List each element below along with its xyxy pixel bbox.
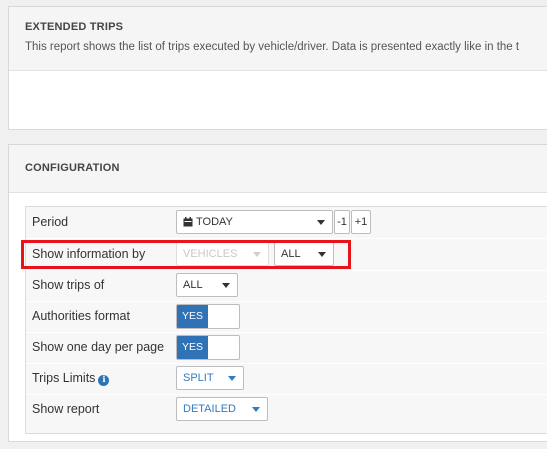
- period-next-button[interactable]: +1: [351, 210, 371, 234]
- show-report-row: Show report DETAILED: [26, 394, 547, 425]
- chevron-down-icon: [222, 283, 230, 288]
- extended-trips-title: EXTENDED TRIPS: [25, 21, 124, 33]
- show-trips-of-label: Show trips of: [32, 278, 105, 292]
- period-label: Period: [32, 215, 69, 229]
- show-trips-of-row: Show trips of ALL: [26, 270, 547, 302]
- trips-limits-dropdown[interactable]: SPLIT: [176, 366, 244, 390]
- extended-trips-panel: EXTENDED TRIPS This report shows the lis…: [8, 6, 547, 130]
- trips-limits-value: SPLIT: [183, 372, 214, 384]
- show-report-dropdown[interactable]: DETAILED: [176, 397, 268, 421]
- configuration-panel: CONFIGURATION Period TODAY -1 +1 Show in…: [8, 144, 547, 442]
- authorities-format-value: YES: [177, 305, 208, 328]
- trips-limits-row: Trips Limits i SPLIT: [26, 363, 547, 395]
- show-report-label: Show report: [32, 402, 100, 416]
- calendar-icon: [183, 217, 193, 227]
- chevron-down-icon: [228, 376, 236, 381]
- chevron-down-icon: [252, 407, 260, 412]
- configuration-header: CONFIGURATION: [9, 145, 547, 193]
- show-one-day-per-page-value: YES: [177, 336, 208, 359]
- trips-limits-label: Trips Limits: [32, 371, 96, 385]
- show-one-day-per-page-row: Show one day per page YES: [26, 332, 547, 364]
- show-trips-of-value: ALL: [183, 279, 203, 291]
- extended-trips-description: This report shows the list of trips exec…: [25, 41, 520, 53]
- show-one-day-per-page-toggle[interactable]: YES: [176, 335, 240, 360]
- extended-trips-header: EXTENDED TRIPS This report shows the lis…: [9, 7, 547, 71]
- show-trips-of-dropdown[interactable]: ALL: [176, 273, 238, 297]
- authorities-format-label: Authorities format: [32, 309, 130, 323]
- period-prev-button[interactable]: -1: [334, 210, 350, 234]
- period-dropdown[interactable]: TODAY: [176, 210, 333, 234]
- period-row: Period TODAY -1 +1: [26, 207, 547, 239]
- configuration-title: CONFIGURATION: [25, 162, 120, 174]
- highlight-box: [21, 240, 351, 269]
- show-one-day-per-page-label: Show one day per page: [32, 340, 165, 354]
- authorities-format-toggle[interactable]: YES: [176, 304, 240, 329]
- chevron-down-icon: [317, 220, 325, 225]
- period-value: TODAY: [196, 216, 233, 228]
- show-report-value: DETAILED: [183, 403, 236, 415]
- trips-limits-label-wrap: Trips Limits i: [32, 363, 110, 394]
- info-icon[interactable]: i: [98, 375, 110, 386]
- authorities-format-row: Authorities format YES: [26, 301, 547, 333]
